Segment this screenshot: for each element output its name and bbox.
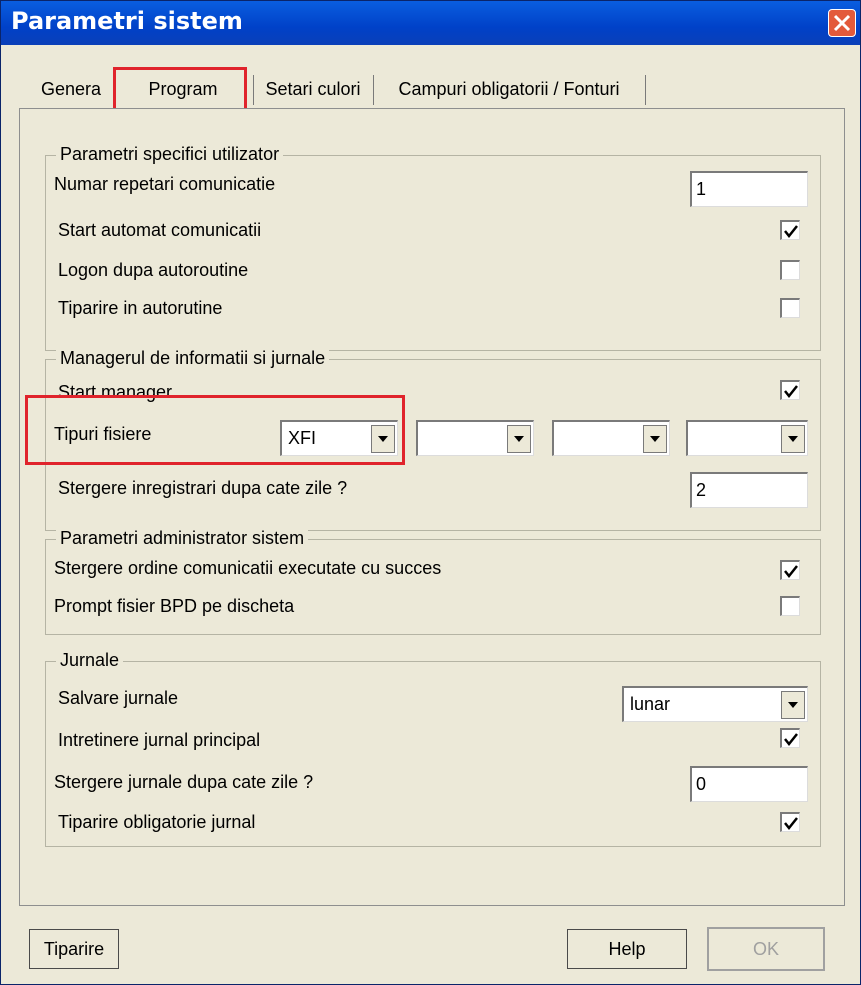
prompt-bpd-checkbox[interactable] <box>780 596 800 616</box>
start-automat-checkbox[interactable] <box>780 220 800 240</box>
chevron-down-icon <box>514 436 524 442</box>
stergere-jurnale-input[interactable]: 0 <box>690 766 808 802</box>
label-logon: Logon dupa autoroutine <box>58 260 249 280</box>
label-stergere-jurnale: Stergere jurnale dupa cate zile ? <box>54 772 314 792</box>
tiparire-autorutine-checkbox[interactable] <box>780 298 800 318</box>
check-icon <box>784 225 798 239</box>
label-stergere-inregistrari: Stergere inregistrari dupa cate zile ? <box>58 478 348 498</box>
label-prompt-bpd: Prompt fisier BPD pe discheta <box>54 596 295 616</box>
tab-campuri-obligatorii[interactable]: Campuri obligatorii / Fonturi <box>375 71 643 107</box>
stergere-ordine-checkbox[interactable] <box>780 560 800 580</box>
help-button[interactable]: Help <box>567 929 687 969</box>
label-tiparire-autorutine: Tiparire in autorutine <box>58 298 223 318</box>
label-tiparire-obligatorie: Tiparire obligatorie jurnal <box>58 812 256 832</box>
stergere-inregistrari-input[interactable]: 2 <box>690 472 808 508</box>
close-icon <box>833 14 851 32</box>
select-value: lunar <box>630 694 671 714</box>
title-bar[interactable]: Parametri sistem <box>1 1 860 45</box>
numar-repetari-input[interactable]: 1 <box>690 171 808 207</box>
print-button[interactable]: Tiparire <box>29 929 119 969</box>
tab-setari-culori[interactable]: Setari culori <box>255 71 371 107</box>
group-legend: Parametri administrator sistem <box>56 528 309 549</box>
group-user-params: Parametri specifici utilizator Numar rep… <box>45 144 821 351</box>
intretinere-jurnal-checkbox[interactable] <box>780 728 800 748</box>
label-salvare-jurnale: Salvare jurnale <box>58 688 179 708</box>
chevron-down-icon <box>788 702 798 708</box>
salvare-jurnale-select[interactable]: lunar <box>622 686 808 722</box>
dialog-window: Parametri sistem Genera Program Setari c… <box>0 0 861 985</box>
label-numar-repetari: Numar repetari comunicatie <box>54 174 276 194</box>
chevron-down-icon <box>650 436 660 442</box>
start-manager-checkbox[interactable] <box>780 380 800 400</box>
group-legend: Parametri specifici utilizator <box>56 144 284 165</box>
window-title: Parametri sistem <box>11 7 243 35</box>
dropdown-button[interactable] <box>643 425 667 453</box>
dropdown-button[interactable] <box>507 425 531 453</box>
chevron-down-icon <box>788 436 798 442</box>
tab-panel-program: Parametri specifici utilizator Numar rep… <box>19 108 845 906</box>
tiparire-obligatorie-checkbox[interactable] <box>780 812 800 832</box>
tab-divider <box>253 75 254 105</box>
close-button[interactable] <box>828 9 856 37</box>
dropdown-button[interactable] <box>781 425 805 453</box>
ok-button[interactable]: OK <box>707 927 825 971</box>
tipuri-fisiere-select-2[interactable] <box>416 420 534 456</box>
tab-general[interactable]: Genera <box>19 71 117 107</box>
check-icon <box>784 385 798 399</box>
tipuri-fisiere-select-4[interactable] <box>686 420 808 456</box>
check-icon <box>784 817 798 831</box>
tipuri-fisiere-select-3[interactable] <box>552 420 670 456</box>
label-intretinere-jurnal: Intretinere jurnal principal <box>58 730 261 750</box>
highlight-box-tipuri-fisiere <box>25 395 405 465</box>
group-admin: Parametri administrator sistem Stergere … <box>45 528 821 635</box>
label-start-automat: Start automat comunicatii <box>58 220 262 240</box>
logon-checkbox[interactable] <box>780 260 800 280</box>
tab-divider <box>373 75 374 105</box>
check-icon <box>784 565 798 579</box>
group-legend: Jurnale <box>56 650 124 671</box>
group-jurnale: Jurnale Salvare jurnale lunar Intretiner… <box>45 650 821 847</box>
tab-divider <box>645 75 646 105</box>
label-stergere-ordine: Stergere ordine comunicatii executate cu… <box>54 558 442 578</box>
dropdown-button[interactable] <box>781 691 805 719</box>
check-icon <box>784 733 798 747</box>
group-legend: Managerul de informatii si jurnale <box>56 348 330 369</box>
